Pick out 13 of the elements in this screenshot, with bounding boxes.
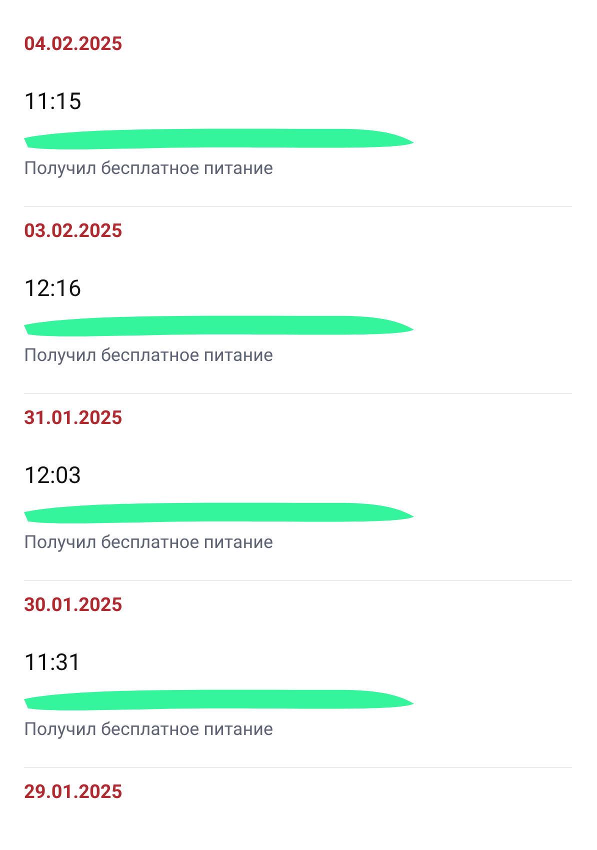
date-heading: 31.01.2025 xyxy=(24,405,122,431)
entry-description: Получил бесплатное питание xyxy=(24,531,274,555)
date-heading: 04.02.2025 xyxy=(24,31,122,57)
date-heading: 29.01.2025 xyxy=(24,779,122,805)
entry-time: 12:03 xyxy=(24,462,82,490)
entry-time: 12:16 xyxy=(24,275,82,303)
entry-time: 11:31 xyxy=(24,649,82,677)
entry-description: Получил бесплатное питание xyxy=(24,718,274,742)
entry-description: Получил бесплатное питание xyxy=(24,157,274,181)
date-heading: 03.02.2025 xyxy=(24,218,122,244)
date-heading: 30.01.2025 xyxy=(24,592,122,618)
entry-time: 11:15 xyxy=(24,88,82,116)
entry-description: Получил бесплатное питание xyxy=(24,344,274,368)
